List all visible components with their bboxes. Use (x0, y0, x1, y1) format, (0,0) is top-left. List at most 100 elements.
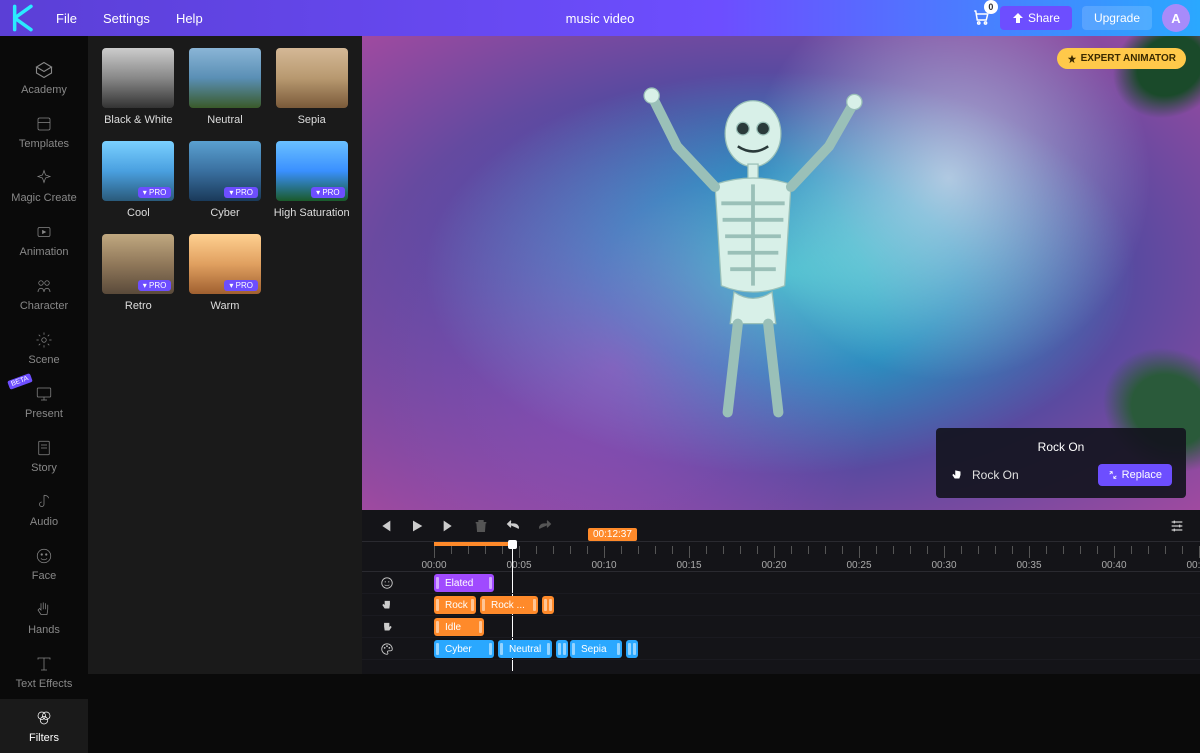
ruler-mark: 00:00 (421, 560, 446, 571)
clip[interactable] (556, 640, 568, 658)
hands-icon (34, 600, 54, 620)
nav-item-text[interactable]: Text Effects (0, 645, 88, 699)
filter-thumb: ▾ PRO (189, 234, 261, 294)
menu-help[interactable]: Help (176, 11, 203, 26)
nav-item-story[interactable]: Story (0, 429, 88, 483)
viewport[interactable]: EXPERT ANIMATOR Rock On Rock On Replace (362, 36, 1200, 510)
filter-thumb (189, 48, 261, 108)
nav-label: Present (25, 408, 63, 420)
filter-cyber[interactable]: ▾ PROCyber (187, 141, 264, 220)
present-icon (34, 384, 54, 404)
timeline-track[interactable]: Elated (362, 572, 1200, 594)
filter-label: Cyber (210, 207, 239, 220)
animation-icon (34, 222, 54, 242)
clip[interactable]: Elated (434, 574, 494, 592)
track-head-hand-r-icon[interactable] (362, 620, 412, 634)
clip[interactable]: Idle (434, 618, 484, 636)
expert-badge-label: EXPERT ANIMATOR (1081, 53, 1176, 64)
ruler-mark: 00:40 (1101, 560, 1126, 571)
cart-icon[interactable]: 0 (972, 8, 990, 29)
clip-label: Sepia (581, 644, 607, 655)
filter-label: Warm (211, 300, 240, 313)
timeline-ruler[interactable]: 00:12:37 00:0000:0500:1000:1500:2000:250… (362, 542, 1200, 572)
templates-icon (34, 114, 54, 134)
nav-item-audio[interactable]: Audio (0, 483, 88, 537)
nav-item-character[interactable]: Character (0, 267, 88, 321)
prev-frame-button[interactable] (376, 517, 394, 535)
filter-sepia[interactable]: Sepia (273, 48, 350, 127)
nav-label: Face (32, 570, 56, 582)
timeline-track[interactable]: Cyber Neutral Sepia (362, 638, 1200, 660)
upgrade-button[interactable]: Upgrade (1082, 6, 1152, 30)
nav-label: Filters (29, 732, 59, 744)
clip[interactable]: Neutral (498, 640, 552, 658)
filter-panel: Black & WhiteNeutralSepia▾ PROCool▾ PROC… (88, 36, 362, 674)
timeline-controls (362, 510, 1200, 542)
filter-highsat[interactable]: ▾ PROHigh Saturation (273, 141, 350, 220)
project-title[interactable]: music video (566, 11, 635, 26)
nav-item-magic[interactable]: Magic Create (0, 159, 88, 213)
nav-item-present[interactable]: BETAPresent (0, 375, 88, 429)
nav-label: Scene (28, 354, 59, 366)
nav-item-templates[interactable]: Templates (0, 105, 88, 159)
clip[interactable]: Cyber (434, 640, 494, 658)
nav-label: Audio (30, 516, 58, 528)
nav-item-filters[interactable]: Filters (0, 699, 88, 753)
next-frame-button[interactable] (440, 517, 458, 535)
delete-button[interactable] (472, 517, 490, 535)
filter-retro[interactable]: ▾ PRORetro (100, 234, 177, 313)
clip[interactable]: Sepia (570, 640, 622, 658)
current-time-label: 00:12:37 (588, 528, 637, 541)
clip-label: Rock ... (491, 600, 525, 611)
filter-label: High Saturation (274, 207, 350, 220)
track-head-hand-icon[interactable] (362, 598, 412, 612)
track-head-palette-icon[interactable] (362, 642, 412, 656)
replace-button[interactable]: Replace (1098, 464, 1172, 486)
clip[interactable] (626, 640, 638, 658)
undo-button[interactable] (504, 517, 522, 535)
nav-label: Story (31, 462, 57, 474)
clip-label: Rock (445, 600, 468, 611)
play-button[interactable] (408, 517, 426, 535)
filter-cool[interactable]: ▾ PROCool (100, 141, 177, 220)
ruler-mark: 00:05 (506, 560, 531, 571)
share-button[interactable]: Share (1000, 6, 1072, 30)
ruler-mark: 00:15 (676, 560, 701, 571)
nav-label: Animation (20, 246, 69, 258)
menu-settings[interactable]: Settings (103, 11, 150, 26)
filter-label: Neutral (207, 114, 242, 127)
timeline-settings-icon[interactable] (1168, 517, 1186, 535)
filter-bw[interactable]: Black & White (100, 48, 177, 127)
nav-item-face[interactable]: Face (0, 537, 88, 591)
filter-neutral[interactable]: Neutral (187, 48, 264, 127)
nav-label: Hands (28, 624, 60, 636)
filter-label: Cool (127, 207, 150, 220)
nav-item-hands[interactable]: Hands (0, 591, 88, 645)
track-head-face-icon[interactable] (362, 576, 412, 590)
redo-button[interactable] (536, 517, 554, 535)
nav-label: Magic Create (11, 192, 76, 204)
character-skeleton (613, 83, 893, 463)
clip-label: Neutral (509, 644, 541, 655)
menu-file[interactable]: File (56, 11, 77, 26)
filter-thumb: ▾ PRO (102, 234, 174, 294)
clip[interactable]: Rock ... (480, 596, 538, 614)
clip-label: Idle (445, 622, 461, 633)
app-logo[interactable] (10, 4, 38, 32)
clip[interactable] (542, 596, 554, 614)
audio-icon (34, 492, 54, 512)
timeline-track[interactable]: Rock Rock ... (362, 594, 1200, 616)
timeline-track[interactable]: Idle (362, 616, 1200, 638)
nav-item-academy[interactable]: Academy (0, 51, 88, 105)
avatar[interactable]: A (1162, 4, 1190, 32)
filters-icon (34, 708, 54, 728)
overlay-item-label: Rock On (972, 468, 1019, 482)
clip[interactable]: Rock (434, 596, 476, 614)
cart-badge: 0 (984, 0, 998, 14)
nav-item-animation[interactable]: Animation (0, 213, 88, 267)
text-icon (34, 654, 54, 674)
story-icon (34, 438, 54, 458)
expert-badge: EXPERT ANIMATOR (1057, 48, 1186, 69)
nav-item-scene[interactable]: Scene (0, 321, 88, 375)
filter-warm[interactable]: ▾ PRO Warm (187, 234, 264, 313)
